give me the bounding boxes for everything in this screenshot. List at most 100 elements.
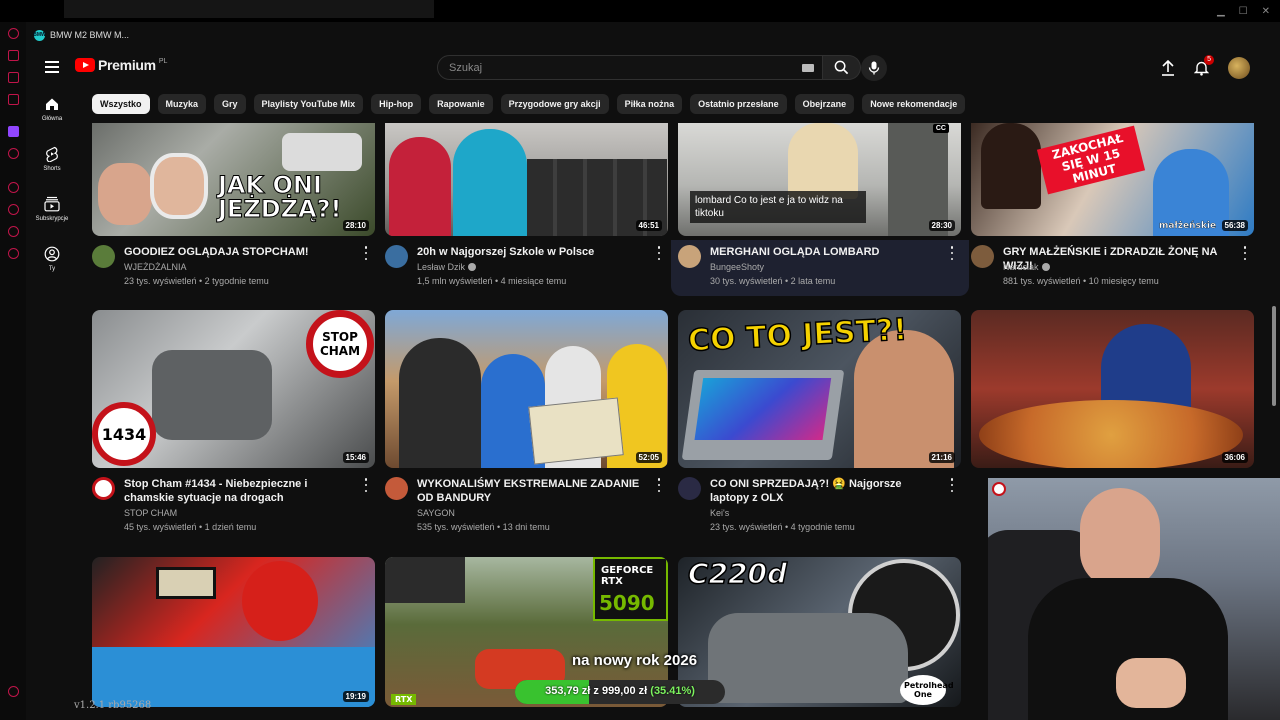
more-actions-icon[interactable] [1240,246,1250,260]
history-icon[interactable] [8,28,19,39]
channel-name[interactable]: SAYGON [417,508,455,518]
chip-games[interactable]: Gry [214,94,246,114]
channel-avatar[interactable] [971,245,994,268]
chip-watched[interactable]: Obejrzane [794,94,855,114]
voice-search-button[interactable] [861,55,887,81]
close-icon[interactable]: ✕ [1262,6,1270,17]
stop-cham-badge: STOP CHAM [306,310,374,378]
guide-item-subscriptions[interactable]: Subskrypcje [26,184,78,234]
channel-avatar[interactable] [678,245,701,268]
video-thumbnail[interactable]: 36:06 [971,310,1254,468]
video-card[interactable]: STOP CHAM 1434 15:46 Stop Cham #1434 - N… [92,310,375,532]
search-input[interactable] [449,61,769,74]
chip-new-recommendations[interactable]: Nowe rekomendacje [862,94,966,114]
video-thumbnail[interactable]: 19:19 [92,557,375,707]
maximize-icon[interactable]: ☐ [1239,6,1248,17]
thumbnail-caption: ZAKOCHAŁ SIĘ W 15 MINUT [1036,125,1146,195]
menu-icon[interactable] [45,61,59,73]
channel-avatar[interactable] [92,477,115,500]
chip-hip-hop[interactable]: Hip-hop [371,94,422,114]
video-title[interactable]: CO ONI SPRZEDAJĄ?! 🤮 Najgorsze laptopy z… [710,477,942,505]
video-card[interactable]: ZAKOCHAŁ SIĘ W 15 MINUT małżeńskie 56:38… [971,123,1254,298]
chip-recently-uploaded[interactable]: Ostatnio przesłane [690,94,787,114]
browser-tab-strip[interactable] [64,0,434,18]
youtube-logo[interactable]: Premium PL [75,57,167,73]
video-thumbnail[interactable]: CO TO JEST?! 21:16 [678,310,961,468]
channel-name[interactable]: WJEŻDŻALNIA [124,262,187,272]
channel-name[interactable]: STOP CHAM [124,508,177,518]
guide-item-shorts[interactable]: Shorts [26,134,78,184]
video-duration: 21:16 [928,452,955,463]
upload-button[interactable] [1158,58,1178,78]
notifications-button[interactable]: 5 [1191,55,1214,78]
video-duration: 28:10 [342,220,369,231]
stop-cham-avatar-peek [992,482,1006,496]
video-thumbnail[interactable]: 46:51 [385,123,668,236]
channel-avatar[interactable] [385,245,408,268]
channel-avatar[interactable] [385,477,408,500]
rtx-badge: RTX [391,694,417,705]
more-actions-icon[interactable] [654,478,664,492]
play-circle-icon[interactable] [8,182,19,193]
music-icon[interactable] [8,94,19,105]
youtube-icon[interactable] [8,148,19,159]
channel-name[interactable]: Naruciak [1003,262,1050,272]
video-card[interactable]: 46:51 20h w Najgorszej Szkole w Polsce L… [385,123,668,298]
more-actions-icon[interactable] [654,246,664,260]
thumbnail-laptop-screen [694,378,832,440]
extension-icon[interactable] [8,226,19,237]
settings-icon[interactable] [8,248,19,259]
video-thumbnail[interactable]: STOP CHAM 1434 15:46 [92,310,375,468]
account-avatar[interactable] [1228,57,1250,79]
messenger-icon[interactable] [8,72,19,83]
closed-captions-badge: CC [932,124,949,133]
video-card[interactable]: CO TO JEST?! 21:16 CO ONI SPRZEDAJĄ?! 🤮 … [678,310,961,532]
home-icon [46,98,58,110]
page-scrollbar[interactable] [1272,306,1276,406]
video-card[interactable]: lombard Co to jest e ja to widz na tikto… [678,123,961,298]
donation-goal-percent: (35.41%) [650,685,695,697]
chip-action-adventure[interactable]: Przygodowe gry akcji [500,94,609,114]
thumbnail-caption-2: 5090 [599,591,655,615]
search-button[interactable] [823,55,861,80]
chip-music[interactable]: Muzyka [157,94,207,114]
more-actions-icon[interactable] [361,246,371,260]
video-card[interactable]: 36:06 [971,310,1254,468]
browser-side-rail [0,22,26,720]
minimize-icon[interactable]: ▁ [1217,6,1225,17]
window-title-bar: BMW BMW M2 BMW M... [26,22,1280,48]
more-actions-icon[interactable] [947,246,957,260]
channel-name[interactable]: BungeeShoty [710,262,764,272]
thumbnail-person [788,123,858,199]
chip-football[interactable]: Piłka nożna [616,94,683,114]
video-thumbnail[interactable]: 52:05 [385,310,668,468]
video-thumbnail[interactable]: JAK ONI JEŻDŻĄ?! 28:10 [92,123,375,236]
bookmark-icon[interactable] [8,50,19,61]
channel-avatar[interactable] [678,477,701,500]
chip-all[interactable]: Wszystko [92,94,150,114]
guide-item-you[interactable]: Ty [26,234,78,284]
video-stats: 23 tys. wyświetleń • 4 tygodnie temu [710,522,855,532]
clock-icon[interactable] [8,204,19,215]
video-title[interactable]: WYKONALIŚMY EKSTREMALNE ZADANIE OD BANDU… [417,477,649,505]
video-thumbnail[interactable]: lombard Co to jest e ja to widz na tikto… [678,123,961,236]
video-title[interactable]: GOODIEZ OGLĄDAJA STOPCHAM! [124,245,356,259]
video-title[interactable]: MERGHANI OGLĄDA LOMBARD [710,245,942,259]
more-actions-icon[interactable] [361,478,371,492]
video-title[interactable]: Stop Cham #1434 - Niebezpieczne i chamsk… [124,477,356,505]
channel-avatar[interactable] [92,245,115,268]
channel-name[interactable]: Lesław Dzik [417,262,477,272]
video-card[interactable]: JAK ONI JEŻDŻĄ?! 28:10 GOODIEZ OGLĄDAJA … [92,123,375,298]
video-title[interactable]: 20h w Najgorszej Szkole w Polsce [417,245,649,259]
guide-item-home[interactable]: Główna [26,84,78,134]
more-actions-icon[interactable] [947,478,957,492]
chip-youtube-mix[interactable]: Playlisty YouTube Mix [253,94,364,114]
chip-rap[interactable]: Rapowanie [429,94,493,114]
video-card[interactable]: 19:19 [92,557,375,707]
logo-country: PL [158,58,168,65]
keyboard-icon[interactable] [802,64,814,72]
channel-name[interactable]: Kei's [710,508,729,518]
twitch-icon[interactable] [8,126,19,137]
video-thumbnail[interactable]: ZAKOCHAŁ SIĘ W 15 MINUT małżeńskie 56:38 [971,123,1254,236]
video-card[interactable]: 52:05 WYKONALIŚMY EKSTREMALNE ZADANIE OD… [385,310,668,532]
